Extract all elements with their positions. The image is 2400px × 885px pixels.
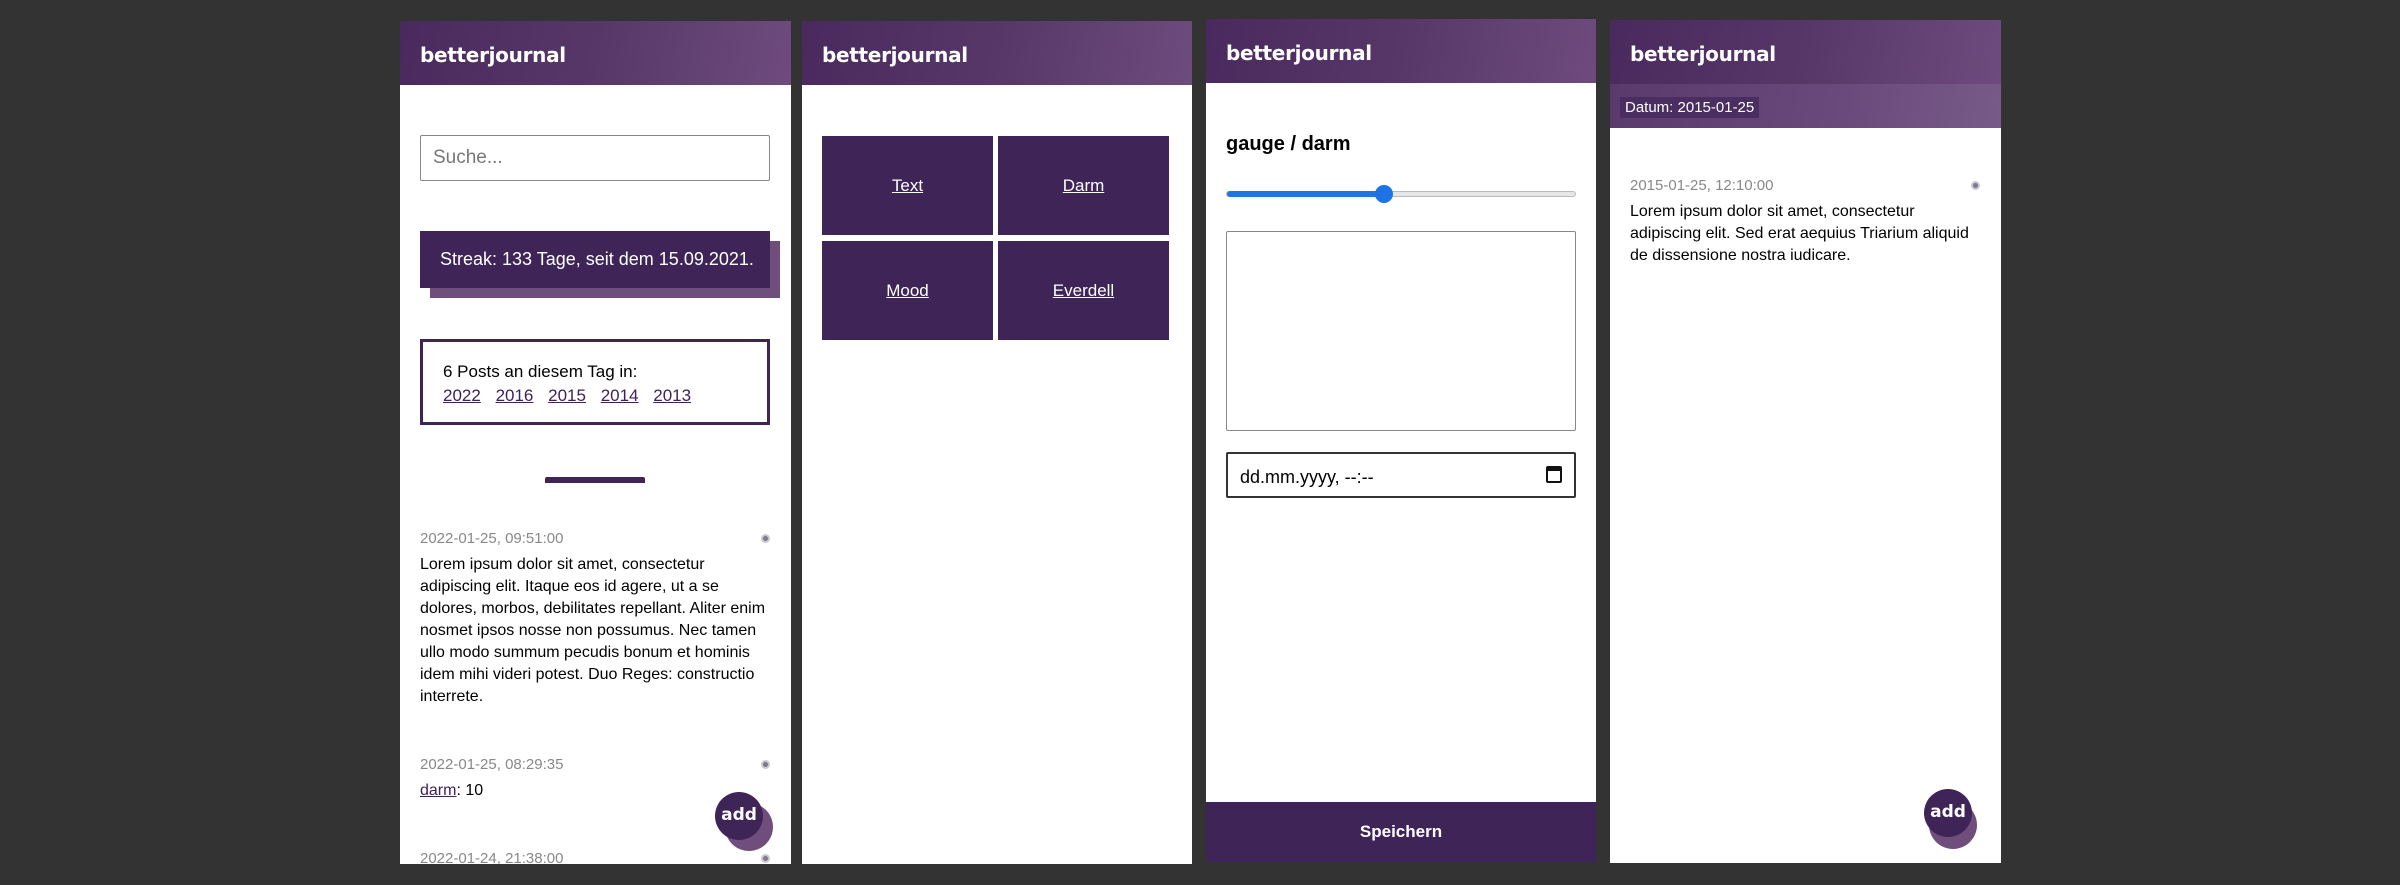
app-title: betterjournal [1610,20,2001,84]
journal-entry: 2022-01-24, 21:38:00 [420,850,770,864]
on-this-day-box: 6 Posts an diesem Tag in: 2022 2016 2015… [420,339,770,425]
gauge-slider[interactable] [1226,185,1576,203]
entry-gauge: darm: 10 [420,780,770,802]
app-title: betterjournal [1206,19,1596,83]
tile-label: Everdell [1052,281,1115,300]
form-title: gauge / darm [1226,133,1351,155]
entry-status-icon[interactable] [761,534,770,543]
posts-on-day-label: 6 Posts an diesem Tag in: [443,362,638,381]
entry-status-icon[interactable] [761,760,770,769]
tile-label: Darm [1062,176,1105,195]
tile-darm[interactable]: Darm [998,136,1169,235]
entry-status-icon[interactable] [1971,181,1980,190]
datetime-input[interactable]: dd.mm.yyyy, --:-- [1226,452,1576,498]
calendar-icon[interactable] [1546,466,1562,483]
year-link[interactable]: 2013 [653,386,691,405]
entry-timestamp: 2022-01-24, 21:38:00 [420,850,564,864]
tile-text[interactable]: Text [822,136,993,235]
slider-thumb[interactable] [1374,185,1393,203]
app-title: betterjournal [400,21,791,85]
streak-banner: Streak: 133 Tage, seit dem 15.09.2021. [420,231,770,288]
section-divider [545,477,645,483]
slider-fill [1227,191,1384,197]
year-links: 2022 2016 2015 2014 2013 [443,386,767,406]
date-band: Datum: 2015-01-25 [1610,84,2001,128]
gauge-value: : 10 [456,782,484,799]
tile-label: Mood [886,281,929,300]
year-link[interactable]: 2022 [443,386,481,405]
add-button[interactable]: add [715,792,763,840]
entry-status-icon[interactable] [761,854,770,863]
gauge-link[interactable]: darm [420,782,456,799]
journal-entry: 2022-01-25, 09:51:00 Lorem ipsum dolor s… [420,530,770,708]
home-screen: betterjournal Streak: 133 Tage, seit dem… [400,21,791,864]
tile-label: Text [891,176,924,195]
datetime-placeholder: dd.mm.yyyy, --:-- [1240,467,1374,487]
day-view-screen: betterjournal Datum: 2015-01-25 2015-01-… [1610,20,2001,863]
gauge-form-screen: betterjournal gauge / darm dd.mm.yyyy, -… [1206,19,1596,862]
save-button[interactable]: Speichern [1206,802,1596,862]
year-link[interactable]: 2014 [601,386,639,405]
year-link[interactable]: 2016 [496,386,534,405]
entry-text: Lorem ipsum dolor sit amet, consectetur … [1630,203,1969,264]
entry-timestamp: 2022-01-25, 09:51:00 [420,530,564,547]
year-link[interactable]: 2015 [548,386,586,405]
entry-text: Lorem ipsum dolor sit amet, consectetur … [420,556,766,705]
entry-timestamp: 2015-01-25, 12:10:00 [1630,177,1774,194]
note-textarea[interactable] [1226,231,1576,431]
date-chip: Datum: 2015-01-25 [1620,97,1760,118]
add-button[interactable]: add [1924,789,1972,837]
journal-entry: 2015-01-25, 12:10:00 Lorem ipsum dolor s… [1630,177,1980,267]
entry-timestamp: 2022-01-25, 08:29:35 [420,756,564,773]
journal-entry: 2022-01-25, 08:29:35 darm: 10 [420,756,770,802]
tile-everdell[interactable]: Everdell [998,241,1169,340]
tile-mood[interactable]: Mood [822,241,993,340]
search-input[interactable] [420,135,770,181]
menu-screen: betterjournal Text Darm Mood Everdell [802,21,1192,864]
app-title: betterjournal [802,21,1192,85]
